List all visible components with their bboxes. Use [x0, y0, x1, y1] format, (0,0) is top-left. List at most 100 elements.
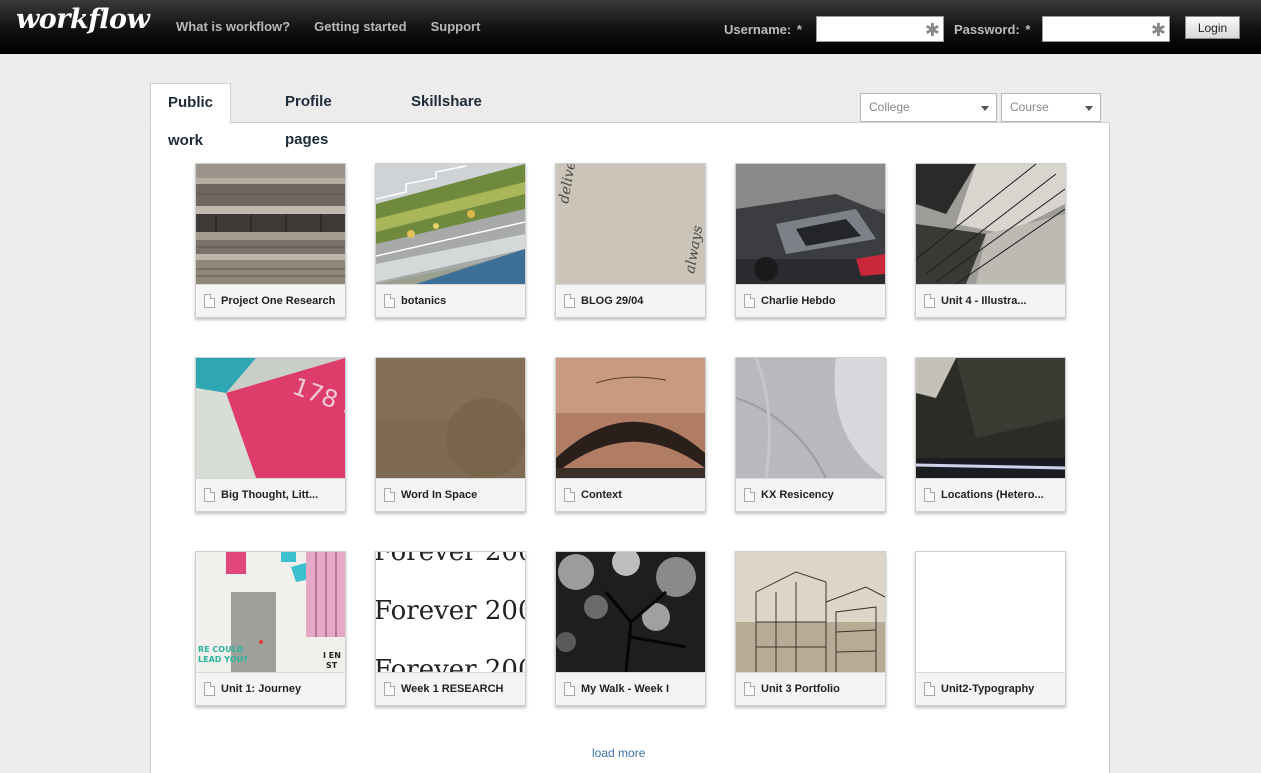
- work-thumbnail: [556, 358, 705, 478]
- document-icon: [564, 682, 575, 696]
- work-title: My Walk - Week I: [581, 683, 670, 695]
- work-title: botanics: [401, 295, 447, 307]
- work-title: Unit2-Typography: [941, 683, 1035, 695]
- work-card[interactable]: KX Resicency: [735, 357, 886, 512]
- week1-thumb-line-middle: Forever 200: [376, 596, 525, 626]
- username-field[interactable]: ✱: [816, 16, 944, 42]
- login-form: Username: * ✱ Password: * ✱ Login: [0, 15, 1261, 43]
- work-caption: Locations (Hetero...: [916, 478, 1065, 511]
- login-button[interactable]: Login: [1185, 16, 1240, 39]
- work-card[interactable]: botanics: [375, 163, 526, 318]
- work-thumbnail: [916, 358, 1065, 478]
- required-asterisk-icon: ✱: [924, 20, 940, 40]
- work-title: Big Thought, Litt...: [221, 489, 319, 501]
- chevron-down-icon: [1085, 106, 1093, 111]
- work-card[interactable]: Unit2-Typography: [915, 551, 1066, 706]
- week1-thumb-line-top: Forever 200: [376, 552, 525, 567]
- work-caption: KX Resicency: [736, 478, 885, 511]
- work-thumbnail: [376, 358, 525, 478]
- document-icon: [384, 682, 395, 696]
- unit1-thumb-text-line2: LEAD YOU?: [198, 655, 248, 664]
- work-thumbnail: delive always: [556, 164, 705, 284]
- work-card[interactable]: My Walk - Week I: [555, 551, 706, 706]
- work-caption: Unit2-Typography: [916, 672, 1065, 705]
- work-caption: Word In Space: [376, 478, 525, 511]
- work-thumbnail: [376, 164, 525, 284]
- load-more-link[interactable]: load more: [592, 746, 645, 760]
- work-thumbnail: [916, 164, 1065, 284]
- work-caption: My Walk - Week I: [556, 672, 705, 705]
- work-title: Word In Space: [401, 489, 478, 501]
- unit1-thumb-side-line2: ST: [326, 661, 338, 670]
- document-icon: [384, 294, 395, 308]
- document-icon: [744, 488, 755, 502]
- username-label: Username: *: [724, 22, 802, 37]
- work-card[interactable]: RE COULD LEAD YOU? I EN ST Unit 1: Journ…: [195, 551, 346, 706]
- work-thumbnail: [736, 358, 885, 478]
- document-icon: [384, 488, 395, 502]
- work-caption: Unit 3 Portfolio: [736, 672, 885, 705]
- work-thumbnail: [736, 552, 885, 672]
- unit1-thumb-side-line1: I EN: [323, 651, 341, 660]
- work-caption: Big Thought, Litt...: [196, 478, 345, 511]
- work-title: Locations (Hetero...: [941, 489, 1044, 501]
- work-title: Project One Research: [221, 295, 336, 307]
- document-icon: [744, 294, 755, 308]
- document-icon: [564, 488, 575, 502]
- work-thumbnail: [916, 552, 1065, 672]
- work-title: BLOG 29/04: [581, 295, 644, 307]
- tab-public-work[interactable]: Public work: [150, 83, 232, 149]
- college-select-value: College: [869, 100, 910, 114]
- work-title: KX Resicency: [761, 489, 834, 501]
- work-title: Unit 4 - Illustra...: [941, 295, 1027, 307]
- work-card[interactable]: Word In Space: [375, 357, 526, 512]
- work-caption: Context: [556, 478, 705, 511]
- work-thumbnail: RE COULD LEAD YOU? I EN ST: [196, 552, 345, 672]
- work-title: Unit 1: Journey: [221, 683, 302, 695]
- work-card[interactable]: Forever 200 Forever 200 Forever 200 Week…: [375, 551, 526, 706]
- work-card[interactable]: Charlie Hebdo: [735, 163, 886, 318]
- work-caption: botanics: [376, 284, 525, 317]
- work-card[interactable]: Context: [555, 357, 706, 512]
- work-title: Context: [581, 489, 622, 501]
- document-icon: [924, 682, 935, 696]
- work-card[interactable]: Locations (Hetero...: [915, 357, 1066, 512]
- week1-thumb-line-bottom: Forever 200: [376, 655, 525, 672]
- document-icon: [204, 294, 215, 308]
- document-icon: [204, 488, 215, 502]
- password-field[interactable]: ✱: [1042, 16, 1170, 42]
- course-select[interactable]: Course: [1001, 93, 1101, 122]
- work-card[interactable]: Project One Research: [195, 163, 346, 318]
- course-select-value: Course: [1010, 100, 1049, 114]
- tab-skillshare[interactable]: Skillshare: [411, 83, 482, 123]
- document-icon: [744, 682, 755, 696]
- work-card[interactable]: delive always BLOG 29/04: [555, 163, 706, 318]
- work-caption: BLOG 29/04: [556, 284, 705, 317]
- work-thumbnail: 178 9: [196, 358, 345, 478]
- work-card[interactable]: 178 9 Big Thought, Litt...: [195, 357, 346, 512]
- document-icon: [924, 294, 935, 308]
- work-thumbnail: [196, 164, 345, 284]
- work-card[interactable]: Unit 4 - Illustra...: [915, 163, 1066, 318]
- chevron-down-icon: [981, 106, 989, 111]
- unit1-thumb-text-line1: RE COULD: [198, 645, 244, 654]
- top-navbar: workflow What is workflow? Getting start…: [0, 0, 1261, 54]
- work-card[interactable]: Unit 3 Portfolio: [735, 551, 886, 706]
- work-caption: Unit 4 - Illustra...: [916, 284, 1065, 317]
- document-icon: [204, 682, 215, 696]
- work-caption: Week 1 RESEARCH: [376, 672, 525, 705]
- document-icon: [564, 294, 575, 308]
- work-title: Charlie Hebdo: [761, 295, 836, 307]
- required-asterisk-icon: ✱: [1150, 20, 1166, 40]
- work-caption: Unit 1: Journey: [196, 672, 345, 705]
- work-title: Week 1 RESEARCH: [401, 683, 504, 695]
- work-thumbnail: [556, 552, 705, 672]
- work-caption: Charlie Hebdo: [736, 284, 885, 317]
- tab-profile-pages[interactable]: Profile pages: [285, 83, 332, 148]
- college-select[interactable]: College: [860, 93, 997, 122]
- password-label: Password: *: [954, 22, 1031, 37]
- document-icon: [924, 488, 935, 502]
- work-caption: Project One Research: [196, 284, 345, 317]
- work-title: Unit 3 Portfolio: [761, 683, 840, 695]
- work-thumbnail: [736, 164, 885, 284]
